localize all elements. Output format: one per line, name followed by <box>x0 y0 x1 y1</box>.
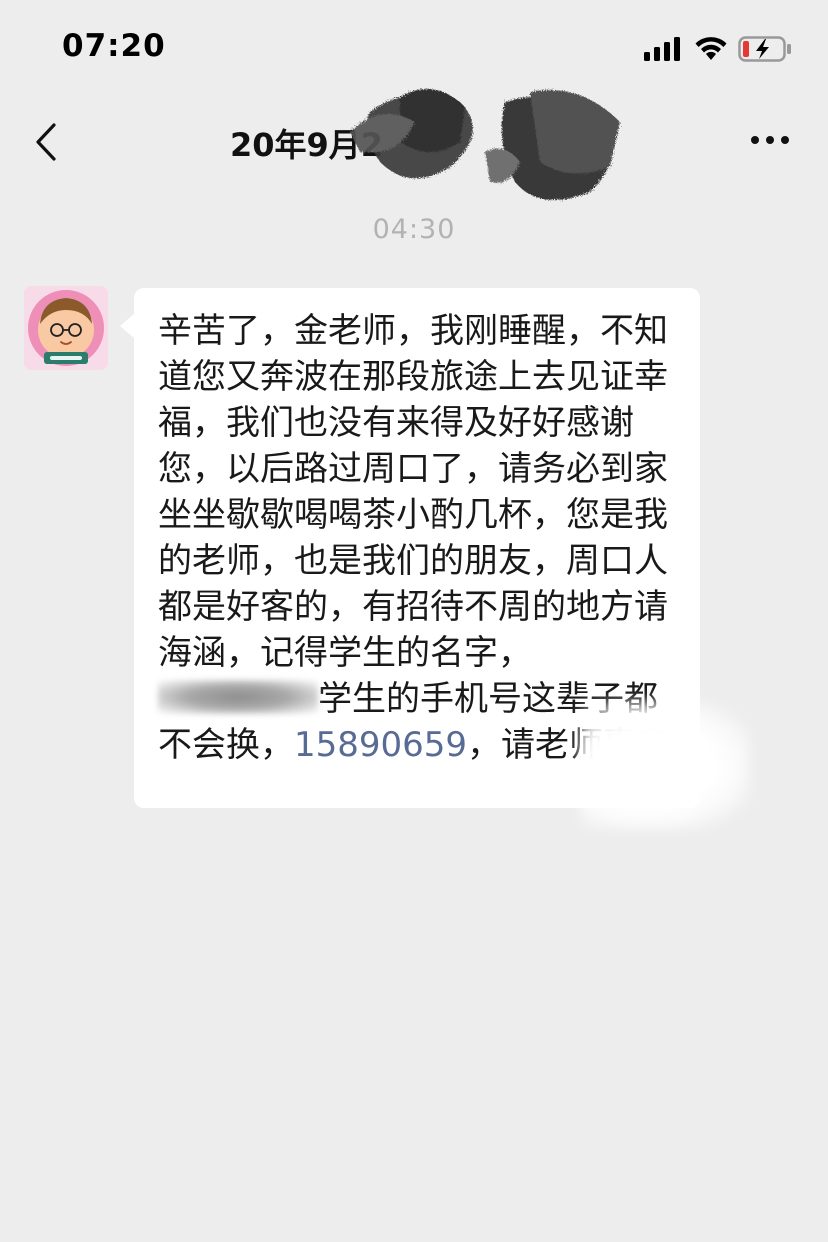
message-timestamp: 04:30 <box>372 214 456 245</box>
signal-icon <box>644 37 680 61</box>
message-text-part3: ，请老师惠存 <box>467 725 672 765</box>
battery-charging-icon <box>738 36 791 62</box>
chevron-left-icon <box>36 123 56 161</box>
status-time: 07:20 <box>62 28 166 64</box>
back-button[interactable] <box>26 114 66 170</box>
redacted-name-blur <box>158 680 318 714</box>
message-bubble[interactable]: 辛苦了，金老师，我刚睡醒，不知道您又奔波在那段旅途上去见证幸福，我们也没有来得及… <box>120 288 700 808</box>
status-icons <box>644 36 792 62</box>
cartoon-teacher-avatar-icon <box>24 286 108 370</box>
more-dots-icon <box>751 136 789 144</box>
redaction-scribble <box>350 89 620 200</box>
phone-number-link[interactable]: 15890659 <box>294 725 467 765</box>
more-button[interactable] <box>746 120 794 160</box>
wifi-icon <box>695 37 727 60</box>
sender-avatar[interactable] <box>24 286 108 370</box>
message-text-part1: 辛苦了，金老师，我刚睡醒，不知道您又奔波在那段旅途上去见证幸福，我们也没有来得及… <box>158 311 668 673</box>
message-text: 辛苦了，金老师，我刚睡醒，不知道您又奔波在那段旅途上去见证幸福，我们也没有来得及… <box>158 308 676 768</box>
